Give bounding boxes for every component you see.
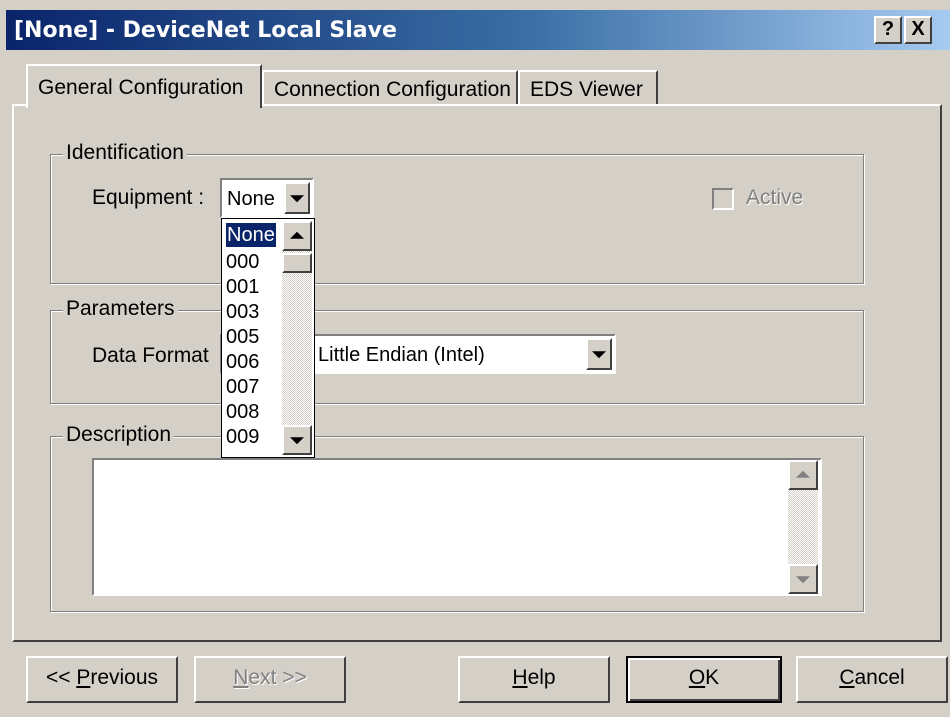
active-checkbox[interactable] bbox=[712, 188, 734, 210]
equipment-dropdown-list[interactable]: None 000 001 003 005 006 007 008 009 bbox=[221, 218, 315, 458]
arrow-up-icon bbox=[290, 231, 304, 239]
equipment-label: Equipment : bbox=[92, 186, 205, 209]
data-format-value: Little Endian (Intel) bbox=[318, 344, 485, 366]
ok-button[interactable]: OK bbox=[626, 656, 782, 703]
next-label-rest: ext >> bbox=[248, 666, 307, 689]
description-group-label: Description bbox=[63, 423, 175, 447]
help-mnemonic: H bbox=[512, 666, 528, 689]
previous-mnemonic: P bbox=[76, 666, 91, 689]
active-label: Active bbox=[746, 186, 804, 209]
chevron-down-icon bbox=[290, 195, 304, 203]
tab-connection-configuration[interactable]: Connection Configuration bbox=[262, 70, 518, 106]
dropdown-scrollbar[interactable] bbox=[282, 221, 312, 455]
dropdown-scroll-up-button[interactable] bbox=[282, 221, 312, 251]
list-item[interactable]: 008 bbox=[226, 400, 259, 424]
ok-label-rest: K bbox=[705, 666, 720, 689]
close-button[interactable]: X bbox=[904, 16, 932, 44]
previous-label-rest: revious bbox=[90, 666, 159, 689]
list-item[interactable]: 009 bbox=[226, 425, 259, 449]
identification-group-label: Identification bbox=[63, 141, 187, 165]
identification-group: Identification bbox=[50, 141, 864, 284]
dropdown-scroll-thumb[interactable] bbox=[282, 253, 312, 273]
tab-label: Connection Configuration bbox=[274, 78, 511, 101]
list-item[interactable]: 007 bbox=[226, 375, 259, 399]
dropdown-scroll-down-button[interactable] bbox=[282, 425, 312, 455]
cancel-mnemonic: C bbox=[839, 666, 855, 689]
list-item-selected[interactable]: None bbox=[225, 222, 277, 248]
parameters-group-label: Parameters bbox=[63, 297, 178, 321]
tab-label: EDS Viewer bbox=[530, 78, 643, 101]
previous-prefix: << bbox=[45, 666, 77, 689]
list-item[interactable]: 005 bbox=[226, 325, 259, 349]
cancel-button[interactable]: Cancel bbox=[796, 656, 948, 703]
equipment-value: None bbox=[227, 188, 275, 210]
tab-label: General Configuration bbox=[38, 76, 244, 99]
previous-button[interactable]: << Previous bbox=[26, 656, 178, 703]
tab-eds-viewer[interactable]: EDS Viewer bbox=[518, 70, 658, 106]
equipment-dropdown-button[interactable] bbox=[284, 182, 310, 214]
list-item[interactable]: 006 bbox=[226, 350, 259, 374]
next-button[interactable]: Next >> bbox=[194, 656, 346, 703]
help-label-rest: elp bbox=[527, 666, 556, 689]
description-scrollbar[interactable] bbox=[788, 460, 818, 594]
cancel-label-rest: ancel bbox=[854, 666, 905, 689]
help-button[interactable]: Help bbox=[458, 656, 610, 703]
dialog-window: [None] - DeviceNet Local Slave ? X Gener… bbox=[0, 0, 950, 717]
description-textarea[interactable] bbox=[92, 458, 822, 596]
data-format-dropdown-button[interactable] bbox=[586, 338, 612, 370]
arrow-up-icon bbox=[796, 470, 810, 478]
help-title-button[interactable]: ? bbox=[874, 16, 902, 44]
ok-mnemonic: O bbox=[688, 666, 706, 689]
scroll-down-button[interactable] bbox=[788, 564, 818, 594]
tab-general-configuration[interactable]: General Configuration bbox=[26, 64, 262, 108]
list-item[interactable]: 003 bbox=[226, 300, 259, 324]
data-format-label: Data Format bbox=[92, 344, 209, 367]
arrow-down-icon bbox=[796, 576, 810, 584]
list-item[interactable]: 001 bbox=[226, 275, 259, 299]
equipment-combobox[interactable]: None bbox=[220, 178, 314, 218]
chevron-down-icon bbox=[592, 351, 606, 359]
window-title: [None] - DeviceNet Local Slave bbox=[14, 18, 397, 43]
title-bar[interactable]: [None] - DeviceNet Local Slave ? X bbox=[6, 10, 950, 50]
list-item[interactable]: 000 bbox=[226, 250, 259, 274]
arrow-down-icon bbox=[290, 437, 304, 445]
next-mnemonic: N bbox=[233, 666, 249, 689]
scroll-up-button[interactable] bbox=[788, 460, 818, 490]
